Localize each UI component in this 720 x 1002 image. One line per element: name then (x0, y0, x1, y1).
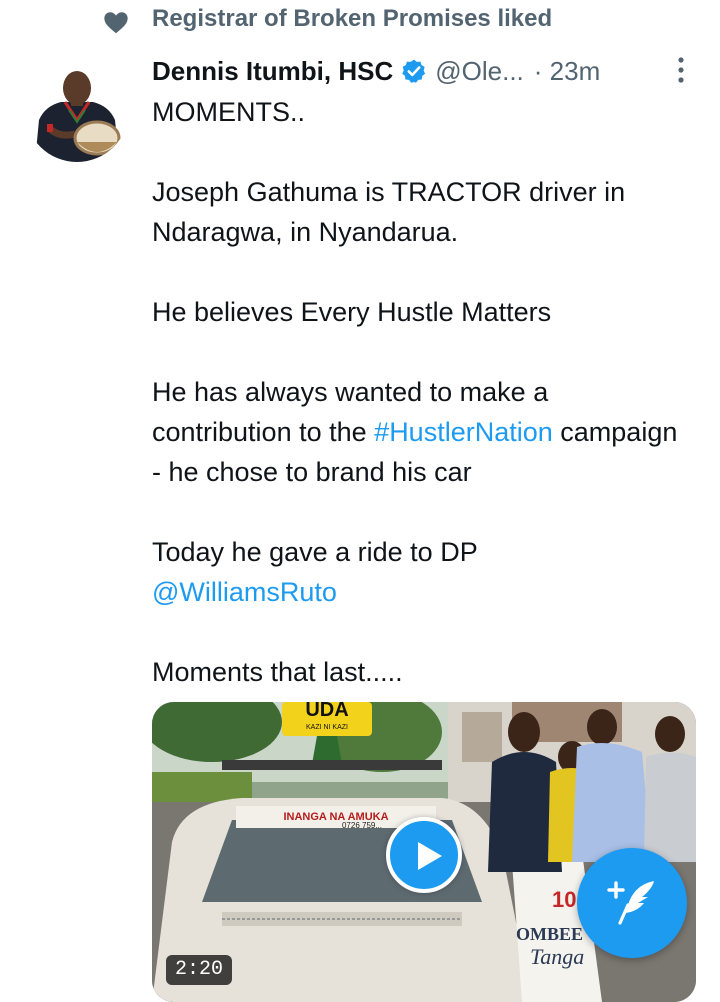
tweet-time[interactable]: · 23m (534, 56, 600, 87)
tweet-header: Dennis Itumbi, HSC @Ole... · 23m (152, 53, 692, 89)
sign-subtext: KAZI NI KAZI (306, 724, 348, 731)
car-text-2: Tanga (530, 944, 584, 969)
social-context-text: Registrar of Broken Promises liked (152, 5, 553, 32)
play-button[interactable] (386, 817, 462, 893)
avatar[interactable] (25, 58, 129, 162)
tweet-text: MOMENTS.. Joseph Gathuma is TRACTOR driv… (152, 92, 692, 692)
heart-icon (104, 12, 128, 34)
tweet-line: Moments that last..... (152, 657, 403, 687)
compose-tweet-button[interactable] (577, 848, 687, 958)
mention-link[interactable]: @WilliamsRuto (152, 572, 692, 612)
more-vertical-icon[interactable] (676, 56, 686, 84)
tweet-line: He has always wanted to make a contribut… (152, 372, 692, 492)
tweet-line: Today he gave a ride to DP (152, 537, 478, 567)
video-duration: 2:20 (166, 955, 233, 985)
avatar-image (25, 58, 129, 162)
compose-tweet-icon (607, 881, 654, 925)
tweet-line: MOMENTS.. (152, 97, 305, 127)
author-name[interactable]: Dennis Itumbi, HSC (152, 56, 393, 87)
car-text-1: OMBEE (516, 924, 583, 944)
car-number: 10 (552, 887, 576, 912)
author-handle[interactable]: @Ole... (435, 56, 524, 87)
tweet-line: He believes Every Hustle Matters (152, 297, 552, 327)
play-icon (418, 842, 442, 870)
windshield-phone: 0726 759... (342, 821, 382, 830)
sign-text: UDA (305, 702, 348, 721)
verified-badge-icon (402, 59, 426, 83)
hashtag-link[interactable]: #HustlerNation (374, 417, 553, 447)
tweet-line: Joseph Gathuma is TRACTOR driver in Ndar… (152, 177, 626, 247)
social-context[interactable]: Registrar of Broken Promises liked (0, 0, 720, 42)
